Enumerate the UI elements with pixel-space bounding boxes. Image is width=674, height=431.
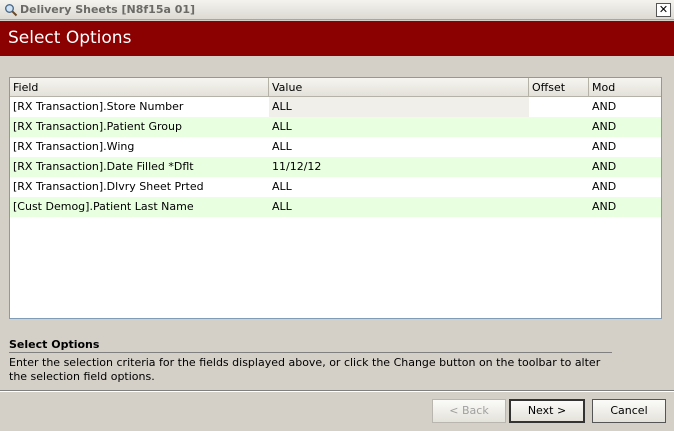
footer-divider <box>0 390 674 392</box>
offset-cell[interactable] <box>529 117 589 137</box>
column-header-value[interactable]: Value <box>269 78 529 97</box>
table-row[interactable]: [RX Transaction].Patient Group ALL AND <box>10 117 661 137</box>
offset-cell[interactable] <box>529 157 589 177</box>
field-cell: [RX Transaction].Patient Group <box>13 120 182 133</box>
title-bar: Delivery Sheets [N8f15a 01] ✕ <box>0 0 674 20</box>
value-cell[interactable]: 11/12/12 <box>269 157 529 177</box>
value-cell[interactable]: ALL <box>269 97 529 117</box>
column-header-offset[interactable]: Offset <box>529 78 589 97</box>
mod-cell[interactable]: AND <box>589 97 661 117</box>
page-header: Select Options <box>0 21 674 56</box>
info-text: Enter the selection criteria for the fie… <box>9 356 601 383</box>
next-button[interactable]: Next > <box>509 399 585 423</box>
field-cell: [RX Transaction].Date Filled *Dflt <box>13 160 194 173</box>
mod-cell[interactable]: AND <box>589 137 661 157</box>
field-cell: [RX Transaction].Wing <box>13 140 135 153</box>
table-row[interactable]: [RX Transaction].Wing ALL AND <box>10 137 661 157</box>
cancel-button[interactable]: Cancel <box>592 399 666 423</box>
value-cell[interactable]: ALL <box>269 117 529 137</box>
offset-cell[interactable] <box>529 97 589 117</box>
value-cell[interactable]: ALL <box>269 177 529 197</box>
field-cell: [Cust Demog].Patient Last Name <box>13 200 194 213</box>
value-cell[interactable]: ALL <box>269 197 529 217</box>
mod-cell[interactable]: AND <box>589 197 661 217</box>
mod-cell[interactable]: AND <box>589 117 661 137</box>
selection-grid: Field Value Offset Mod [RX Transaction].… <box>9 77 662 319</box>
field-cell: [RX Transaction].Store Number <box>13 100 184 113</box>
close-button[interactable]: ✕ <box>656 3 671 17</box>
table-row[interactable]: [RX Transaction].Date Filled *Dflt 11/12… <box>10 157 661 177</box>
offset-cell[interactable] <box>529 137 589 157</box>
value-cell[interactable]: ALL <box>269 137 529 157</box>
info-title: Select Options <box>9 338 100 351</box>
column-header-mod[interactable]: Mod <box>589 78 661 97</box>
mod-cell[interactable]: AND <box>589 157 661 177</box>
field-cell: [RX Transaction].Dlvry Sheet Prted <box>13 180 204 193</box>
info-divider <box>9 352 612 353</box>
offset-cell[interactable] <box>529 177 589 197</box>
table-row[interactable]: [RX Transaction].Dlvry Sheet Prted ALL A… <box>10 177 661 197</box>
grid-header: Field Value Offset Mod <box>10 78 661 97</box>
table-row[interactable]: [RX Transaction].Store Number ALL AND <box>10 97 661 117</box>
magnifier-icon <box>5 4 18 17</box>
column-header-field[interactable]: Field <box>10 78 269 97</box>
page-title: Select Options <box>8 28 132 48</box>
mod-cell[interactable]: AND <box>589 177 661 197</box>
offset-cell[interactable] <box>529 197 589 217</box>
table-row[interactable]: [Cust Demog].Patient Last Name ALL AND <box>10 197 661 217</box>
window-title: Delivery Sheets [N8f15a 01] <box>20 3 196 16</box>
back-button[interactable]: < Back <box>432 399 506 423</box>
